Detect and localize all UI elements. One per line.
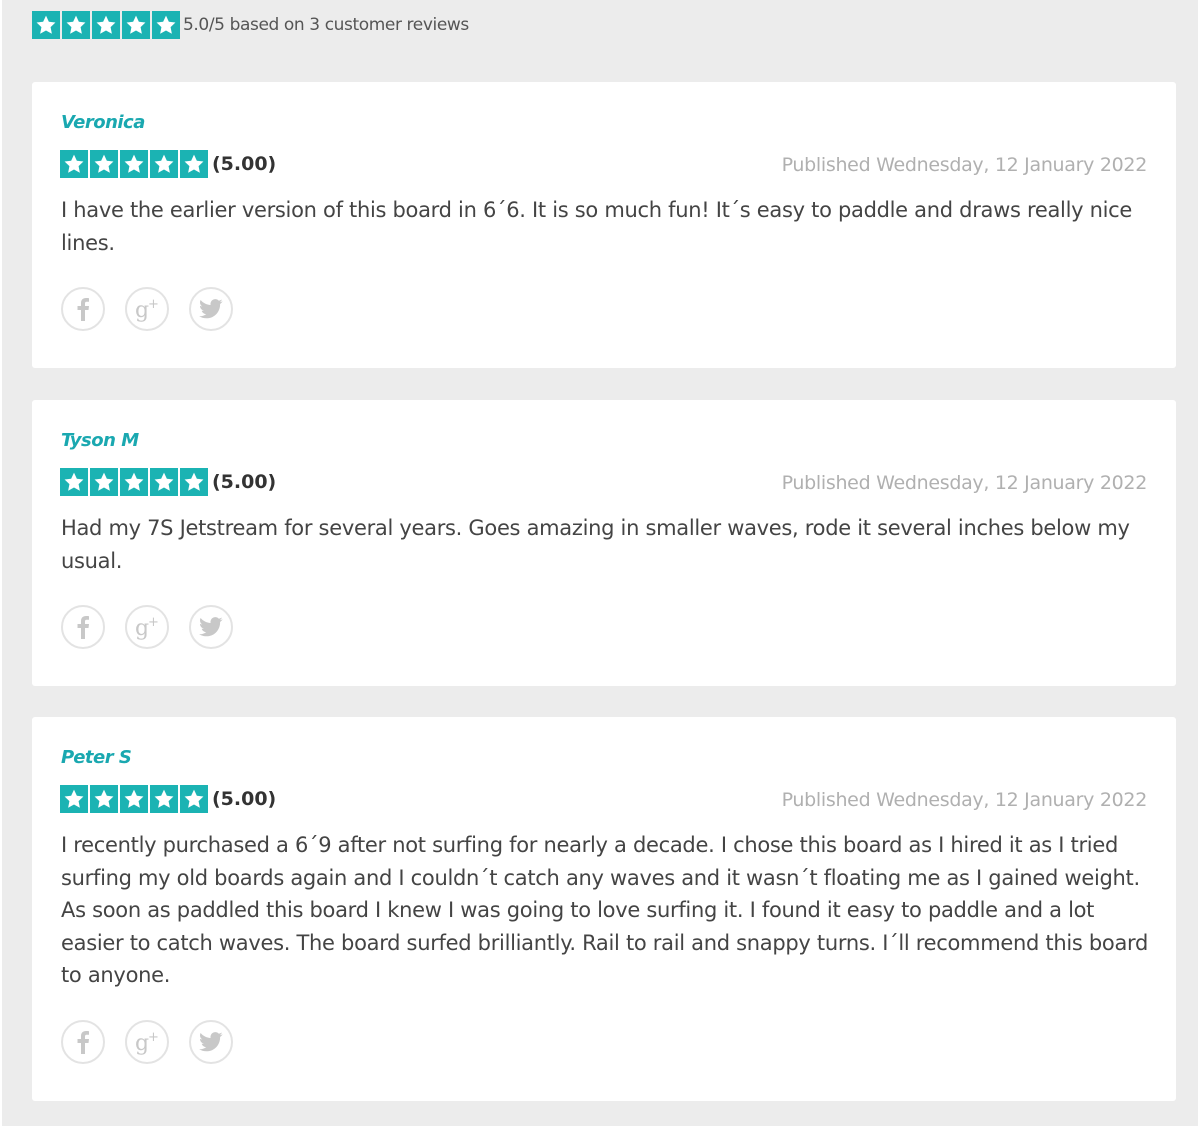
star-icon xyxy=(32,11,60,39)
review-text: I recently purchased a 6´9 after not sur… xyxy=(61,833,1149,987)
star-icon xyxy=(60,150,88,178)
rating-summary-text: 5.0/5 based on 3 customer reviews xyxy=(183,15,469,35)
star-icon xyxy=(180,468,208,496)
star-icon xyxy=(62,11,90,39)
review-score: (5.00) xyxy=(212,471,277,493)
review-published-date: Published Wednesday, 12 January 2022 xyxy=(781,154,1148,176)
star-icon xyxy=(120,785,148,813)
facebook-icon[interactable] xyxy=(61,1020,105,1064)
star-icon xyxy=(60,785,88,813)
review-rating: (5.00) xyxy=(60,150,276,178)
reviews-panel: 5.0/5 based on 3 customer reviews Veroni… xyxy=(2,0,1198,1126)
google-plus-icon[interactable]: g + xyxy=(125,605,169,649)
review-published-date: Published Wednesday, 12 January 2022 xyxy=(781,789,1148,811)
star-icon xyxy=(150,468,178,496)
review-score: (5.00) xyxy=(212,153,277,175)
review-score: (5.00) xyxy=(212,788,277,810)
review-card: Peter S (5.00) Published Wednesday, 12 J… xyxy=(32,717,1176,1101)
star-icon xyxy=(90,150,118,178)
review-author: Peter S xyxy=(61,747,132,768)
star-icon xyxy=(152,11,180,39)
svg-text:g: g xyxy=(135,616,149,640)
twitter-icon[interactable] xyxy=(189,287,233,331)
review-rating: (5.00) xyxy=(60,468,276,496)
svg-text:g: g xyxy=(135,298,149,322)
star-icon xyxy=(122,11,150,39)
svg-text:g: g xyxy=(135,1031,149,1055)
summary-stars xyxy=(32,11,180,39)
twitter-icon[interactable] xyxy=(189,605,233,649)
star-icon xyxy=(180,150,208,178)
review-rating: (5.00) xyxy=(60,785,276,813)
review-author: Veronica xyxy=(61,112,145,133)
star-icon xyxy=(150,785,178,813)
star-icon xyxy=(120,150,148,178)
twitter-icon[interactable] xyxy=(189,1020,233,1064)
star-icon xyxy=(90,785,118,813)
share-buttons: g + xyxy=(61,605,233,649)
star-icon xyxy=(60,468,88,496)
review-author: Tyson M xyxy=(61,430,139,451)
facebook-icon[interactable] xyxy=(61,605,105,649)
share-buttons: g + xyxy=(61,287,233,331)
review-text: I have the earlier version of this board… xyxy=(61,198,1133,255)
facebook-icon[interactable] xyxy=(61,287,105,331)
review-text: Had my 7S Jetstream for several years. G… xyxy=(61,516,1130,573)
svg-text:+: + xyxy=(148,615,159,630)
google-plus-icon[interactable]: g + xyxy=(125,287,169,331)
star-icon xyxy=(120,468,148,496)
google-plus-icon[interactable]: g + xyxy=(125,1020,169,1064)
star-icon xyxy=(90,468,118,496)
svg-text:+: + xyxy=(148,1030,159,1045)
star-icon xyxy=(92,11,120,39)
share-buttons: g + xyxy=(61,1020,233,1064)
review-card: Veronica (5.00) Published Wednesday, 12 … xyxy=(32,82,1176,368)
review-published-date: Published Wednesday, 12 January 2022 xyxy=(781,472,1148,494)
rating-summary: 5.0/5 based on 3 customer reviews xyxy=(32,10,469,40)
star-icon xyxy=(180,785,208,813)
star-icon xyxy=(150,150,178,178)
svg-text:+: + xyxy=(148,297,159,312)
review-card: Tyson M (5.00) Published Wednesday, 12 J… xyxy=(32,400,1176,686)
